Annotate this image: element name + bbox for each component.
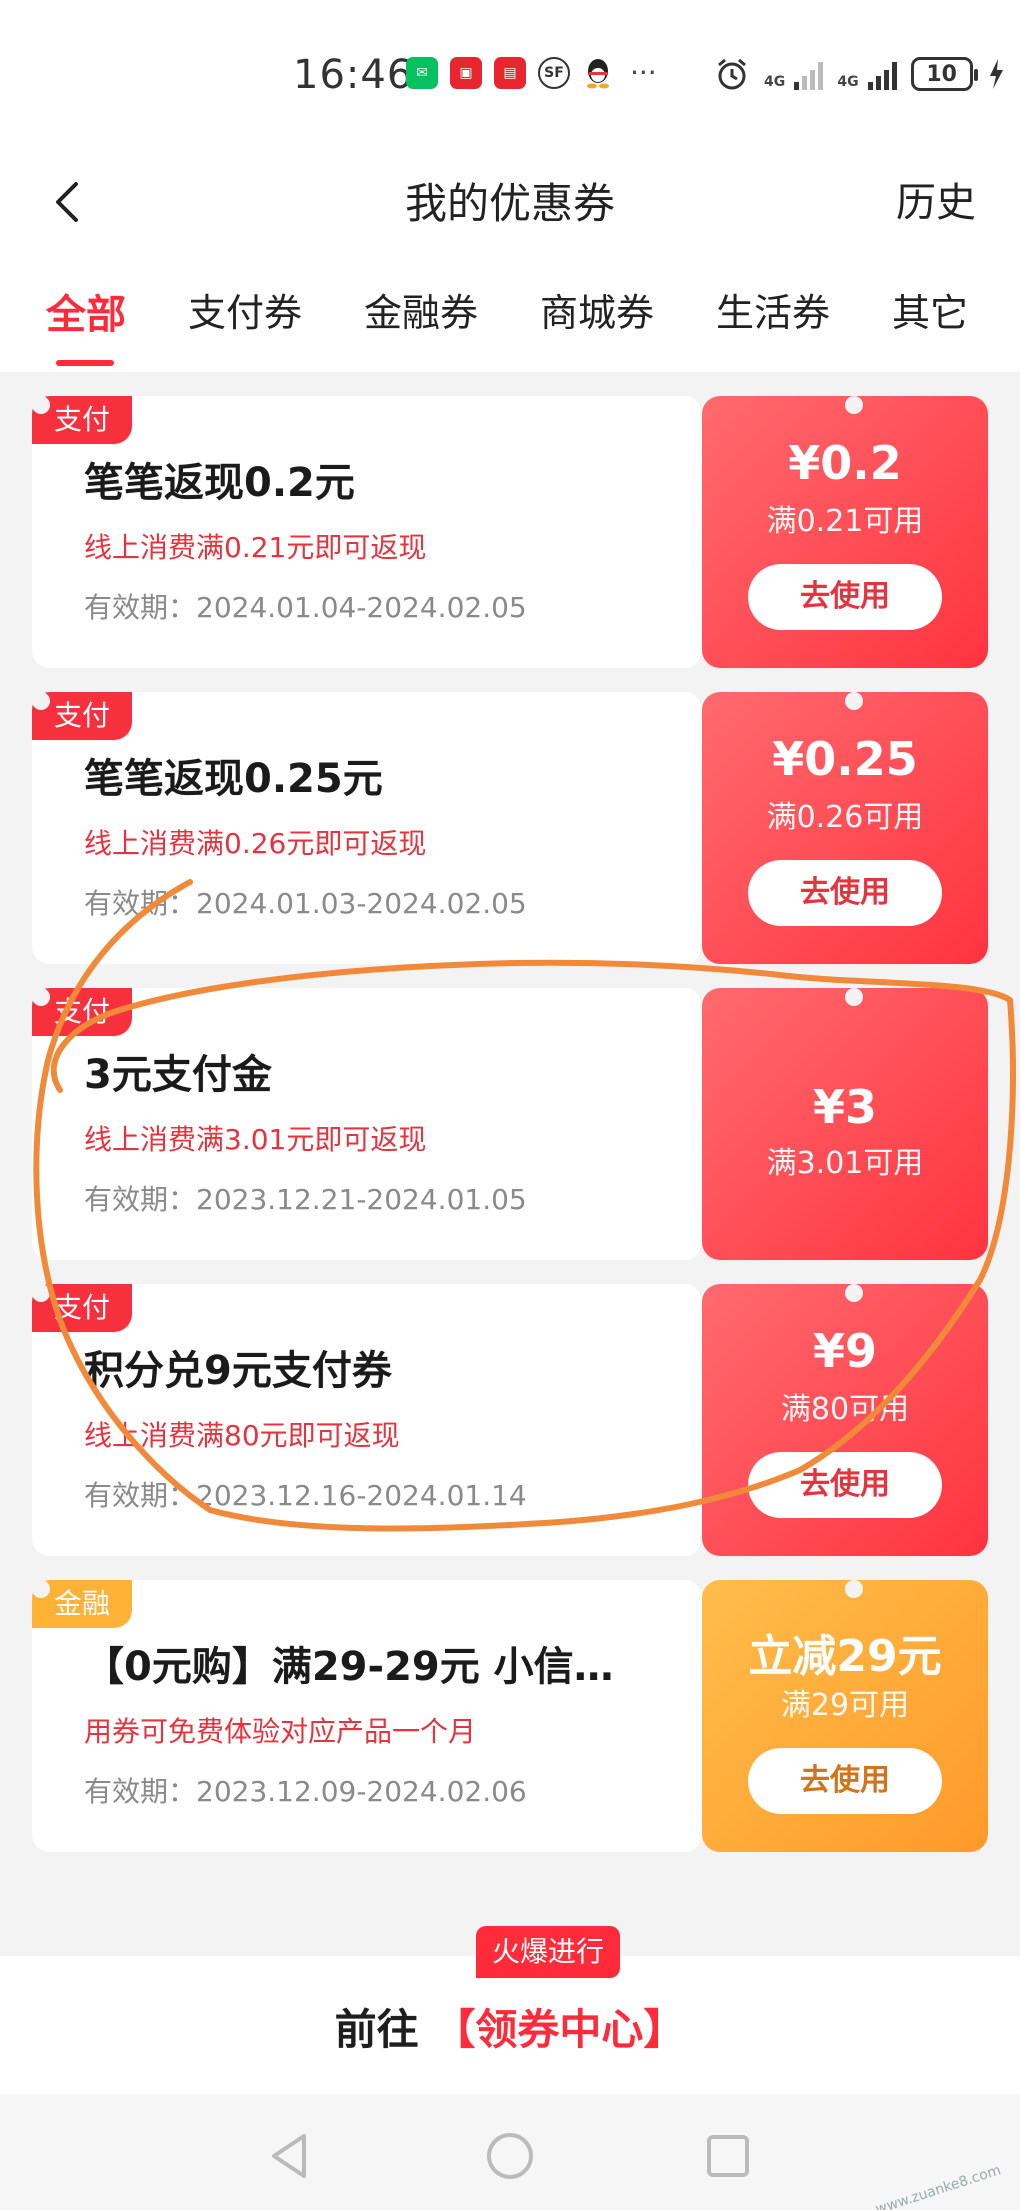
wechat-icon: ✉ [406, 56, 438, 89]
coupon-card[interactable]: 支付 3元支付金 线上消费满3.01元即可返现 有效期：2023.12.21-2… [32, 988, 988, 1260]
more-notifications-icon: ··· [630, 56, 657, 89]
page-title: 我的优惠券 [404, 179, 615, 228]
history-link[interactable]: 历史 [896, 170, 976, 228]
coupon-amount: ¥0.2 [788, 436, 902, 490]
coupon-condition: 满0.26可用 [766, 800, 924, 835]
coupon-tag: 支付 [32, 1284, 133, 1332]
coupon-amount: ¥3 [812, 1080, 877, 1134]
coupon-amount: 立减29元 [748, 1631, 942, 1682]
app-icon: ▣ [450, 56, 482, 89]
coupon-title: 积分兑9元支付券 [84, 1348, 392, 1394]
coupon-value-panel: ¥0.2 满0.21可用 去使用 [702, 396, 988, 668]
coupon-validity: 有效期：2024.01.03-2024.02.05 [84, 887, 527, 920]
coupon-validity: 有效期：2023.12.16-2024.01.14 [84, 1479, 527, 1512]
coupon-title: 笔笔返现0.2元 [84, 460, 355, 506]
coupon-center-cta-area: 火爆进行 前往 【领券中心】 [0, 1926, 1020, 2094]
signal-2: 4G [837, 58, 897, 90]
coupon-condition: 满80可用 [780, 1392, 910, 1427]
coupon-condition: 满29可用 [780, 1688, 910, 1723]
nav-recents-icon[interactable] [700, 2128, 756, 2184]
coupon-validity: 有效期：2024.01.04-2024.02.05 [84, 591, 527, 624]
coupon-info: 支付 积分兑9元支付券 线上消费满80元即可返现 有效期：2023.12.16-… [32, 1284, 702, 1556]
battery-level: 10 [926, 61, 957, 87]
use-coupon-button[interactable]: 去使用 [748, 1452, 942, 1518]
coupon-card[interactable]: 支付 笔笔返现0.2元 线上消费满0.21元即可返现 有效期：2024.01.0… [32, 396, 988, 668]
coupon-list: 支付 笔笔返现0.2元 线上消费满0.21元即可返现 有效期：2024.01.0… [32, 396, 988, 1876]
coupon-amount: ¥0.25 [772, 732, 918, 786]
app-icon: ▤ [494, 56, 526, 89]
coupon-info: 金融 【0元购】满29-29元 小信… 用券可免费体验对应产品一个月 有效期：2… [32, 1580, 702, 1852]
coupon-category-tabs: 全部 支付券 金融券 商城券 生活券 其它 [0, 260, 1020, 372]
coupon-value-panel: ¥9 满80可用 去使用 [702, 1284, 988, 1556]
signal-bars-icon [794, 58, 824, 90]
coupon-condition: 满3.01可用 [766, 1146, 924, 1181]
coupon-info: 支付 笔笔返现0.2元 线上消费满0.21元即可返现 有效期：2024.01.0… [32, 396, 702, 668]
coupon-value-panel: 立减29元 满29可用 去使用 [702, 1580, 988, 1852]
tab-other[interactable]: 其它 [892, 282, 968, 337]
tab-life[interactable]: 生活券 [716, 282, 830, 337]
coupon-description: 线上消费满80元即可返现 [84, 1419, 400, 1452]
coupon-description: 线上消费满3.01元即可返现 [84, 1123, 427, 1156]
nav-home-icon[interactable] [482, 2128, 538, 2184]
coupon-description: 线上消费满0.26元即可返现 [84, 827, 427, 860]
cta-prefix: 前往 [334, 2005, 419, 2054]
coupon-amount: ¥9 [812, 1324, 877, 1378]
coupon-info: 支付 3元支付金 线上消费满3.01元即可返现 有效期：2023.12.21-2… [32, 988, 702, 1260]
coupon-card[interactable]: 金融 【0元购】满29-29元 小信… 用券可免费体验对应产品一个月 有效期：2… [32, 1580, 988, 1852]
use-coupon-button[interactable]: 去使用 [748, 564, 942, 630]
coupon-validity: 有效期：2023.12.09-2024.02.06 [84, 1775, 527, 1808]
coupon-tag: 支付 [32, 396, 133, 444]
app-header: 我的优惠券 历史 [0, 150, 1020, 260]
coupon-validity: 有效期：2023.12.21-2024.01.05 [84, 1183, 527, 1216]
status-bar: 16:46 ✉ ▣ ▤ SF ··· 4G 4G 10 [0, 0, 1020, 150]
nav-back-icon[interactable] [262, 2128, 318, 2184]
coupon-value-panel: ¥0.25 满0.26可用 去使用 [702, 692, 988, 964]
status-app-icons: ✉ ▣ ▤ SF ··· [406, 56, 657, 89]
active-tab-indicator [56, 360, 114, 366]
status-right: 4G 4G 10 [714, 56, 1005, 92]
charging-icon [989, 59, 1003, 89]
network-type-label: 4G [764, 74, 786, 90]
coupon-tag: 支付 [32, 988, 133, 1036]
coupon-tag: 支付 [32, 692, 133, 740]
qq-icon [582, 56, 614, 89]
watermark: www.zuanke8.com [874, 2162, 1004, 2210]
tab-all[interactable]: 全部 [46, 282, 126, 340]
coupon-card[interactable]: 支付 笔笔返现0.25元 线上消费满0.26元即可返现 有效期：2024.01.… [32, 692, 988, 964]
system-navigation-bar: www.zuanke8.com [0, 2094, 1020, 2210]
coupon-description: 线上消费满0.21元即可返现 [84, 531, 427, 564]
coupon-tag: 金融 [32, 1580, 133, 1628]
use-coupon-button[interactable]: 去使用 [748, 1748, 942, 1814]
tab-finance[interactable]: 金融券 [364, 282, 478, 337]
coupon-title: 【0元购】满29-29元 小信… [84, 1644, 614, 1690]
coupon-title: 3元支付金 [84, 1052, 272, 1098]
alarm-icon [718, 58, 746, 90]
use-coupon-button[interactable]: 去使用 [748, 860, 942, 926]
tab-payment[interactable]: 支付券 [188, 282, 302, 337]
signal-1: 4G [764, 58, 824, 90]
signal-bars-icon [867, 58, 897, 90]
coupon-info: 支付 笔笔返现0.25元 线上消费满0.26元即可返现 有效期：2024.01.… [32, 692, 702, 964]
coupon-condition: 满0.21可用 [766, 504, 924, 539]
hot-badge: 火爆进行 [476, 1926, 621, 1978]
tab-mall[interactable]: 商城券 [540, 282, 654, 337]
status-time: 16:46 [293, 52, 414, 98]
battery-icon: 10 [910, 57, 978, 91]
coupon-title: 笔笔返现0.25元 [84, 756, 383, 802]
coupon-center-link[interactable]: 前往 【领券中心】 [0, 1996, 1020, 2057]
coupon-description: 用券可免费体验对应产品一个月 [84, 1715, 477, 1748]
coupon-value-panel: ¥3 满3.01可用 [702, 988, 988, 1260]
coupon-card[interactable]: 支付 积分兑9元支付券 线上消费满80元即可返现 有效期：2023.12.16-… [32, 1284, 988, 1556]
sf-express-icon: SF [538, 56, 570, 89]
network-type-label: 4G [837, 74, 859, 90]
cta-link-text: 【领券中心】 [433, 2005, 686, 2054]
